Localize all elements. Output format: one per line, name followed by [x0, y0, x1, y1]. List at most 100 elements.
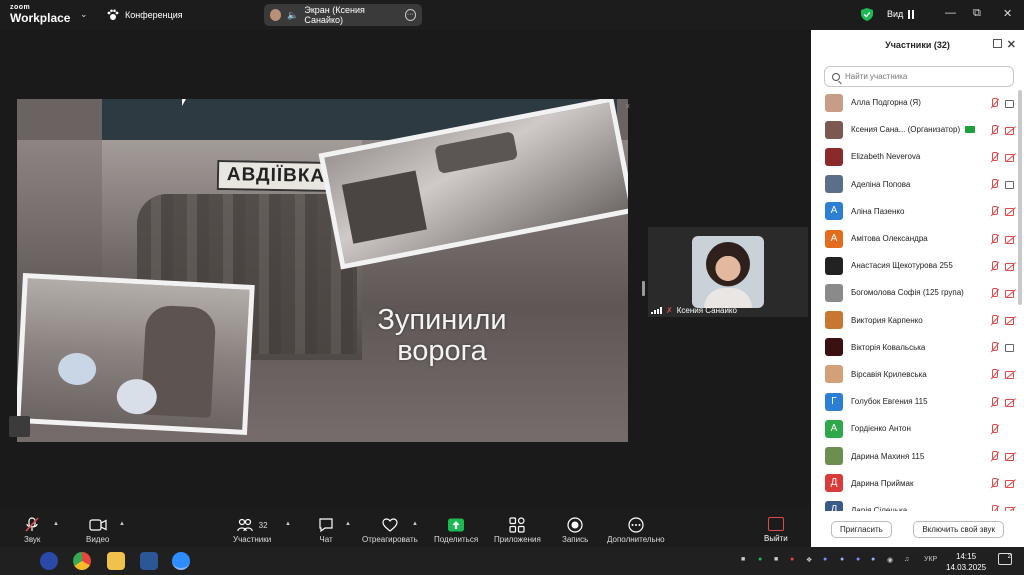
pop-out-icon[interactable] [993, 39, 1002, 48]
participant-status-icons [989, 369, 1016, 380]
signal-bars-icon [651, 307, 662, 314]
minimize-icon[interactable]: — [945, 7, 956, 19]
wifi-icon[interactable]: ◉ [887, 556, 893, 564]
participants-caret-icon[interactable]: ▲ [285, 521, 291, 527]
record-button[interactable]: Запись [562, 517, 588, 544]
participant-avatar [825, 256, 843, 275]
unmute-button[interactable]: Включить свой звук [913, 521, 1004, 538]
audio-caret-icon[interactable]: ▲ [53, 521, 59, 527]
video-tile-label: ✗ Ксения Санайко [651, 306, 737, 315]
share-screen-icon [434, 517, 478, 533]
brand-bottom: Workplace [10, 11, 71, 25]
screen-share-indicator[interactable]: 🔈 Экран (Ксения Санайко) ··· [264, 4, 422, 26]
participant-avatar: Д [825, 474, 843, 493]
participant-row[interactable]: Д Дарія Сілецька [811, 497, 1016, 511]
shirt-shape [704, 288, 752, 308]
zoom-app-icon[interactable] [172, 552, 190, 570]
meeting-toolbar: Звук ▲ Видео ▲ 32 Участники ▲ Чат ▲ Отре… [0, 509, 811, 547]
chrome-app-icon[interactable] [73, 552, 91, 570]
file-explorer-icon[interactable] [107, 552, 125, 570]
chat-button[interactable]: Чат [318, 517, 334, 544]
zoom-logo[interactable]: zoom Workplace [10, 4, 70, 24]
share-screen-button[interactable]: Поделиться [434, 517, 478, 544]
participants-scrollbar[interactable] [1018, 90, 1022, 305]
viber-tray-icon[interactable]: ● [823, 556, 827, 563]
viber-app-icon[interactable] [40, 552, 58, 570]
participant-row[interactable]: Дарина Махиня 115 [811, 442, 1016, 469]
annotation-toggle[interactable] [9, 416, 30, 437]
participant-avatar [825, 311, 843, 330]
zoom-tray-icon-2[interactable]: ● [871, 556, 875, 563]
participant-name: Вікторія Ковальська [851, 342, 926, 352]
participant-row[interactable]: А Гордієнко Антон [811, 415, 1016, 442]
mic-muted-icon [989, 396, 999, 407]
tray-app-icon-3[interactable]: ■ [774, 556, 778, 563]
participant-name: Аделіна Попова [851, 179, 911, 189]
participant-status-icons [989, 287, 1016, 298]
participant-row[interactable]: Ксения Сана... (Организатор) [811, 116, 1016, 143]
participant-row[interactable]: Elizabeth Neverova [811, 143, 1016, 170]
tray-app-icon-2[interactable]: ● [758, 556, 762, 563]
close-icon[interactable]: ✕ [1007, 38, 1016, 51]
video-button[interactable]: Видео [86, 517, 109, 544]
mic-muted-icon [989, 124, 999, 135]
participant-name: Вірсавія Крилевська [851, 369, 927, 379]
participant-avatar: А [825, 202, 843, 221]
camera-off-icon [1005, 315, 1016, 326]
close-icon: × [625, 101, 631, 111]
video-caret-icon[interactable]: ▲ [119, 521, 125, 527]
bluetooth-icon[interactable]: ❖ [806, 556, 812, 564]
view-menu[interactable]: Вид [887, 9, 915, 19]
participant-row[interactable]: А Аліна Пазенко [811, 198, 1016, 225]
participant-row[interactable]: Аделіна Попова [811, 171, 1016, 198]
language-indicator[interactable]: УКР [924, 556, 937, 563]
split-drag-handle[interactable] [642, 281, 645, 296]
mic-muted-icon [989, 179, 999, 189]
participant-row[interactable]: Вірсавія Крилевська [811, 361, 1016, 388]
leave-button[interactable]: Выйти [764, 517, 788, 543]
participant-name: Дарина Приймак [851, 478, 914, 488]
restore-icon[interactable]: ⧉ [973, 7, 981, 20]
participant-row[interactable]: Г Голубок Евгения 115 [811, 388, 1016, 415]
more-button[interactable]: Дополнительно [607, 517, 665, 544]
chat-caret-icon[interactable]: ▲ [345, 521, 351, 527]
participant-row[interactable]: Анастасия Щекотурова 255 [811, 252, 1016, 279]
video-tile[interactable]: ✗ Ксения Санайко [648, 227, 808, 317]
audio-button[interactable]: Звук [24, 517, 40, 544]
word-app-icon[interactable] [140, 552, 158, 570]
tray-app-icon-4[interactable]: ● [790, 556, 794, 563]
participant-row[interactable]: Богомолова Софія (125 група) [811, 279, 1016, 306]
mic-muted-icon: ✗ [666, 306, 673, 315]
participants-button[interactable]: 32 Участники [233, 517, 271, 544]
encryption-shield-icon[interactable] [861, 8, 873, 26]
people-icon: 32 [233, 517, 271, 533]
participant-avatar: А [825, 229, 843, 248]
participant-row[interactable]: Алла Подгорна (Я) [811, 89, 1016, 116]
meeting-menu[interactable]: Конференция [107, 9, 183, 21]
react-button[interactable]: Отреагировать [362, 517, 418, 544]
share-label: Поделиться [434, 535, 479, 544]
search-participants-field[interactable]: Найти участника [824, 66, 1014, 87]
invite-button[interactable]: Пригласить [831, 521, 892, 538]
apps-button[interactable]: Приложения [494, 517, 541, 544]
camera-off-icon [1005, 234, 1016, 244]
participant-row[interactable]: Вікторія Ковальська [811, 334, 1016, 361]
volume-icon[interactable]: ♫ [904, 556, 909, 563]
taskbar-clock[interactable]: 14:15 14.03.2025 [946, 551, 986, 573]
camera-off-icon [1005, 451, 1016, 462]
participant-row[interactable]: А Амітова Олександра [811, 225, 1016, 252]
tray-app-icon[interactable]: ■ [741, 556, 745, 563]
zoom-tray-icon[interactable]: ● [840, 556, 844, 563]
participant-row[interactable]: Виктория Карпенко [811, 307, 1016, 334]
react-caret-icon[interactable]: ▲ [412, 521, 418, 527]
participant-row[interactable]: Д Дарина Приймак [811, 470, 1016, 497]
camera-off-icon [1005, 397, 1016, 407]
chevron-down-icon[interactable]: ⌄ [80, 9, 88, 20]
viber-tray-icon-2[interactable]: ● [856, 556, 860, 563]
mic-muted-icon [989, 287, 999, 298]
participants-label: Участники [233, 535, 272, 544]
more-options-icon[interactable]: ··· [404, 9, 416, 21]
close-window-icon[interactable]: ✕ [1003, 7, 1012, 20]
participant-status-icons [989, 124, 1016, 135]
notification-center-icon[interactable]: 2 [998, 553, 1012, 565]
